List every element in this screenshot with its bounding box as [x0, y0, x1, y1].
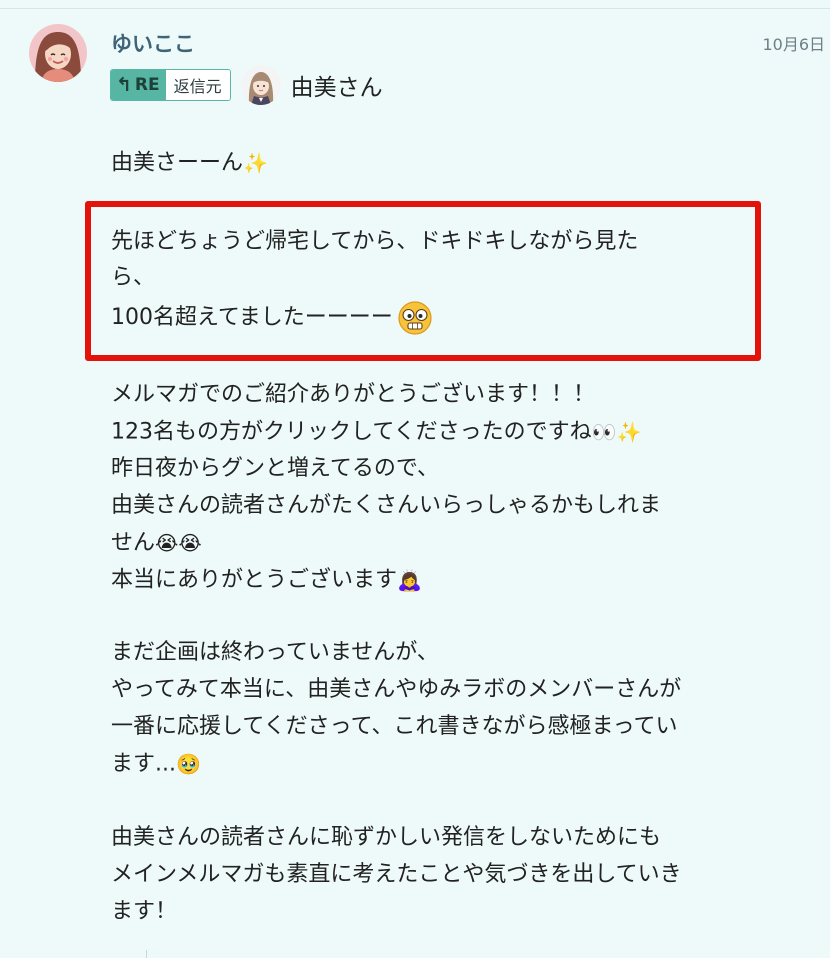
message-line: 由美さんの読者さんがたくさんいらっしゃるかもしれま — [111, 493, 662, 518]
message-text: 本当にありがとうございます — [111, 567, 398, 593]
message-line: 由美さーーん✨ — [111, 145, 801, 182]
message-line: 100名超えてましたーーーー — [111, 300, 801, 337]
re-badge-left: ↰ RE — [111, 70, 166, 100]
surprised-face-icon — [397, 300, 433, 336]
reply-target-name[interactable]: 由美さん — [291, 68, 383, 102]
top-divider — [0, 8, 830, 9]
re-label: RE — [134, 75, 160, 95]
thread-line — [146, 950, 147, 958]
sparkles-emoji: ✨ — [243, 151, 268, 175]
message-text: 由美さーーん — [111, 150, 244, 176]
message-date: 10月6日 — [762, 35, 825, 54]
message-line: 先ほどちょうど帰宅してから、ドキドキしながら見た — [111, 229, 639, 254]
message-text: せん — [111, 530, 156, 556]
eyes-emoji: 👀 — [591, 420, 617, 444]
message-line: まだ企画は終わっていませんが、 — [111, 640, 439, 665]
message-line: メインメルマガも素直に考えたことや気づきを出していき — [111, 862, 682, 887]
author-avatar[interactable] — [29, 24, 87, 82]
reply-target-avatar[interactable] — [240, 65, 281, 105]
message-line: 昨日夜からグンと増えてるので、 — [111, 456, 440, 481]
message-line: 一番に応援してくださって、これ書きながら感極まってい — [111, 714, 678, 739]
message-line: 本当にありがとうございます🙇‍♀️ — [111, 562, 801, 599]
sparkles-emoji: ✨ — [616, 420, 642, 444]
bowing-emoji: 🙇‍♀️ — [397, 568, 422, 592]
crying-emoji: 😭😭 — [155, 531, 202, 555]
pleading-face-emoji: 🥹 — [175, 752, 201, 776]
message-line: ら、 — [111, 265, 156, 290]
message-line: メルマガでのご紹介ありがとうございます！！！ — [111, 382, 596, 407]
message-line: ます！ — [111, 899, 178, 924]
reply-source-label: 返信元 — [165, 70, 230, 100]
reply-arrow-icon: ↰ — [116, 73, 132, 96]
author-name[interactable]: ゆいここ — [111, 28, 195, 58]
reply-source-badge[interactable]: ↰ RE 返信元 — [110, 69, 231, 101]
message-text: 123名もの方がクリックしてくださったのですね — [111, 419, 592, 445]
message-line: ます...🥹 — [111, 746, 801, 783]
message-line: せん😭😭 — [111, 525, 801, 562]
message-line: 由美さんの読者さんに恥ずかしい発信をしないためにも — [111, 825, 662, 850]
message-line: 123名もの方がクリックしてくださったのですね👀✨ — [111, 414, 801, 451]
reply-source-row: ↰ RE 返信元 由美さん — [110, 65, 383, 105]
message-line: やってみて本当に、由美さんやゆみラボのメンバーさんが — [111, 677, 682, 702]
message-text: ます... — [111, 751, 176, 777]
message-text: 100名超えてましたーーーー — [111, 305, 393, 330]
